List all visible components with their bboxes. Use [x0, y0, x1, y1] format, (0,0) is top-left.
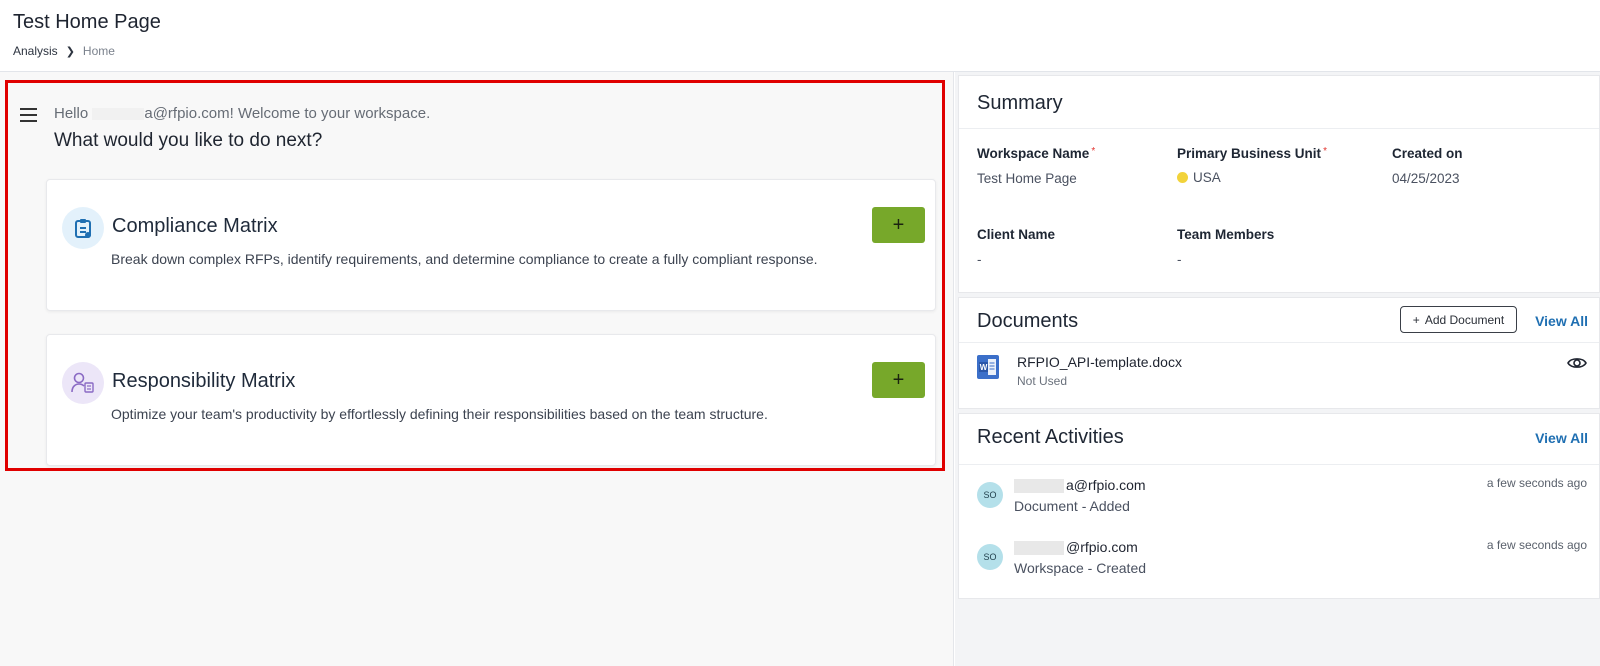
- greeting-prefix: Hello: [54, 105, 89, 122]
- recent-activities-title: Recent Activities: [977, 426, 1124, 448]
- workspace-name-value: Test Home Page: [977, 171, 1077, 186]
- hamburger-menu-icon[interactable]: [20, 108, 37, 122]
- client-name-value: -: [977, 252, 982, 267]
- activities-view-all-link[interactable]: View All: [1535, 430, 1588, 446]
- chevron-right-icon: ❯: [65, 45, 75, 58]
- workspace-name-label: Workspace Name *: [977, 146, 1095, 161]
- breadcrumb-analysis[interactable]: Analysis: [13, 44, 58, 58]
- avatar: SO: [977, 482, 1003, 508]
- team-members-label: Team Members: [1177, 227, 1275, 242]
- plus-icon: +: [1412, 312, 1420, 327]
- document-status: Not Used: [1017, 374, 1068, 388]
- required-marker: *: [1091, 146, 1096, 157]
- created-on-value: 04/25/2023: [1392, 171, 1460, 186]
- add-responsibility-matrix-button[interactable]: +: [872, 362, 925, 398]
- activity-item: SO @rfpio.com Workspace - Created a few …: [959, 536, 1599, 586]
- add-document-label: Add Document: [1424, 312, 1505, 327]
- right-sidebar: Summary Workspace Name * Test Home Page P…: [955, 72, 1600, 666]
- eye-icon[interactable]: [1567, 355, 1587, 371]
- business-unit-value: USA: [1177, 170, 1221, 185]
- responsibility-matrix-title: Responsibility Matrix: [112, 370, 296, 392]
- redacted-email: [1014, 479, 1064, 494]
- page-title: Test Home Page: [13, 11, 161, 33]
- redacted-email: [1014, 541, 1064, 556]
- svg-text:W: W: [980, 363, 988, 372]
- documents-view-all-link[interactable]: View All: [1535, 313, 1588, 329]
- activity-user-text: @rfpio.com: [1066, 539, 1138, 555]
- next-step-prompt: What would you like to do next?: [54, 130, 323, 151]
- business-unit-label: Primary Business Unit *: [1177, 146, 1327, 161]
- summary-title: Summary: [977, 92, 1063, 114]
- documents-title: Documents: [977, 310, 1079, 332]
- compliance-matrix-description: Break down complex RFPs, identify requir…: [111, 251, 818, 267]
- recent-activities-panel: Recent Activities View All SO a@rfpio.co…: [958, 413, 1600, 599]
- client-name-label: Client Name: [977, 227, 1056, 242]
- summary-panel: Summary Workspace Name * Test Home Page P…: [958, 75, 1600, 293]
- activity-user: a@rfpio.com: [1014, 477, 1146, 494]
- breadcrumb: Analysis ❯ Home: [13, 44, 115, 58]
- compliance-matrix-card: Compliance Matrix Break down complex RFP…: [46, 179, 936, 311]
- activity-user-text: a@rfpio.com: [1066, 477, 1146, 493]
- add-compliance-matrix-button[interactable]: +: [872, 207, 925, 243]
- documents-panel: Documents + Add Document View All W RFPI…: [958, 297, 1600, 409]
- responsibility-matrix-description: Optimize your team's productivity by eff…: [111, 406, 768, 422]
- activity-timestamp: a few seconds ago: [1486, 538, 1587, 552]
- activity-description: Document - Added: [1014, 498, 1130, 514]
- status-dot-icon: [1177, 172, 1188, 183]
- business-unit-label-text: Primary Business Unit: [1177, 146, 1322, 161]
- page-header: Test Home Page Analysis ❯ Home: [0, 0, 1600, 72]
- document-name-link[interactable]: RFPIO_API-template.docx: [1017, 354, 1182, 370]
- greeting-suffix: a@rfpio.com! Welcome to your workspace.: [144, 105, 431, 122]
- activity-item: SO a@rfpio.com Document - Added a few se…: [959, 474, 1599, 524]
- breadcrumb-home: Home: [82, 44, 115, 58]
- compliance-matrix-title: Compliance Matrix: [112, 215, 278, 237]
- activity-timestamp: a few seconds ago: [1486, 476, 1587, 490]
- add-document-button[interactable]: + Add Document: [1400, 306, 1517, 333]
- divider: [959, 128, 1599, 129]
- welcome-greeting: Hello a@rfpio.com! Welcome to your works…: [54, 105, 430, 122]
- required-marker: *: [1323, 146, 1327, 157]
- highlight-box: Hello a@rfpio.com! Welcome to your works…: [5, 80, 945, 471]
- redacted-email: [92, 108, 145, 121]
- team-members-value: -: [1177, 252, 1182, 267]
- user-assign-icon: [62, 362, 104, 404]
- word-doc-icon: W: [977, 355, 999, 379]
- responsibility-matrix-card: Responsibility Matrix Optimize your team…: [46, 334, 936, 466]
- activity-description: Workspace - Created: [1014, 560, 1147, 576]
- workspace-name-label-text: Workspace Name: [977, 146, 1090, 161]
- divider: [959, 464, 1599, 465]
- divider: [959, 342, 1599, 343]
- avatar: SO: [977, 544, 1003, 570]
- activity-user: @rfpio.com: [1014, 539, 1138, 556]
- business-unit-text: USA: [1193, 170, 1221, 185]
- clipboard-icon: [62, 207, 104, 249]
- created-on-label: Created on: [1392, 146, 1463, 161]
- workspace-actions-area: Hello a@rfpio.com! Welcome to your works…: [0, 72, 954, 666]
